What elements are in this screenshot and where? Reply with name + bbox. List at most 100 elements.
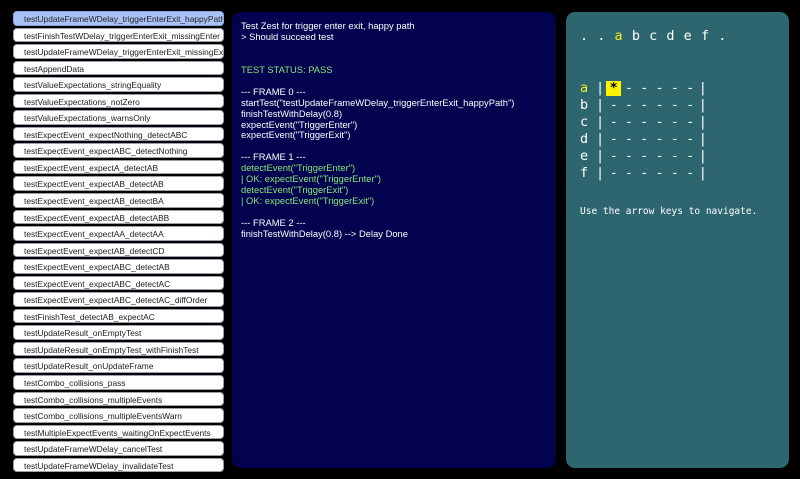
- grid-cell[interactable]: -: [606, 114, 621, 131]
- test-list-item[interactable]: testValueExpectations_notZero: [13, 93, 224, 109]
- test-list-item[interactable]: testExpectEvent_expectAA_detectAA: [13, 226, 224, 241]
- grid-cell[interactable]: -: [652, 131, 667, 148]
- grid-cell[interactable]: -: [637, 114, 652, 131]
- grid-cell[interactable]: -: [637, 131, 652, 148]
- grid-cell[interactable]: -: [621, 80, 636, 97]
- test-list-item[interactable]: testExpectEvent_expectAB_detectAB: [13, 176, 224, 192]
- test-list-item[interactable]: testCombo_collisions_multipleEvents: [13, 391, 224, 407]
- grid-cell[interactable]: -: [667, 148, 682, 165]
- test-list-item[interactable]: testCombo_collisions_multipleEventsWarn: [13, 408, 224, 423]
- grid-column-label: a: [614, 28, 624, 44]
- test-list-item[interactable]: testUpdateResult_onUpdateFrame: [13, 358, 224, 374]
- test-list: testUpdateFrameWDelay_triggerEnterExit_h…: [13, 11, 224, 473]
- test-list-item[interactable]: testValueExpectations_stringEquality: [13, 77, 224, 92]
- grid-column-label: .: [718, 28, 727, 44]
- grid-left-border: |: [596, 80, 605, 96]
- grid-cell[interactable]: -: [606, 131, 621, 148]
- test-list-item[interactable]: testExpectEvent_expectABC_detectAC_diffO…: [13, 292, 224, 307]
- grid-cell[interactable]: -: [652, 148, 667, 165]
- test-list-item[interactable]: testFinishTest_detectAB_expectAC: [13, 308, 224, 324]
- grid-cell[interactable]: -: [682, 80, 697, 97]
- grid-left-border: |: [596, 131, 605, 148]
- grid-column-label: f: [700, 28, 710, 44]
- grid-cell[interactable]: -: [667, 114, 682, 131]
- grid-column-label: c: [649, 28, 658, 44]
- grid-row-label: e: [580, 148, 589, 165]
- console-line: TEST STATUS: PASS: [241, 63, 333, 75]
- test-list-item[interactable]: testUpdateFrameWDelay_triggerEnterExit_m…: [13, 44, 224, 59]
- test-list-item[interactable]: testExpectEvent_expectAB_detectABB: [13, 209, 224, 225]
- grid-panel[interactable]: . . a b c d e f . a | * - - - - - | b | - - - - - - | c | - -…: [566, 12, 789, 468]
- grid-column-label: .: [597, 28, 615, 44]
- grid-cell[interactable]: -: [637, 165, 652, 182]
- grid-cell[interactable]: -: [621, 114, 636, 131]
- grid-column-label: d: [666, 28, 676, 44]
- grid-cell[interactable]: -: [606, 148, 621, 165]
- grid-row: d | - - - - - - |: [580, 131, 708, 148]
- test-list-item[interactable]: testUpdateResult_onEmptyTest_withFinishT…: [13, 341, 224, 357]
- grid-column-header: . . a b c d e f .: [580, 28, 727, 44]
- grid-cell[interactable]: -: [606, 165, 621, 182]
- grid-cell[interactable]: -: [682, 148, 697, 165]
- grid-cell[interactable]: -: [621, 165, 636, 182]
- test-list-item[interactable]: testExpectEvent_expectABC_detectAC: [13, 275, 224, 291]
- test-list-item[interactable]: testExpectEvent_expectAB_detectCD: [13, 242, 224, 258]
- grid-cursor-cell[interactable]: *: [606, 81, 622, 97]
- grid-cell[interactable]: -: [652, 80, 667, 97]
- test-list-item[interactable]: testMultipleExpectEvents_waitingOnExpect…: [13, 424, 224, 440]
- grid-left-border: |: [596, 114, 605, 131]
- console-line: > Should succeed test: [241, 30, 334, 42]
- grid-cell[interactable]: -: [652, 165, 667, 182]
- grid-cell[interactable]: -: [682, 131, 697, 148]
- test-list-item[interactable]: testFinishTestWDelay_triggerEnterExit_mi…: [13, 27, 224, 43]
- test-list-item[interactable]: testUpdateFrameWDelay_triggerEnterExit_h…: [13, 11, 224, 26]
- grid-cell[interactable]: -: [606, 97, 621, 114]
- test-list-item[interactable]: testCombo_collisions_pass: [13, 375, 224, 390]
- grid-left-border: |: [596, 165, 605, 182]
- grid-left-border: |: [596, 148, 605, 165]
- grid-column-label: .: [580, 28, 598, 44]
- grid-row-label: c: [580, 114, 589, 131]
- grid-cell[interactable]: -: [667, 131, 682, 148]
- test-list-item[interactable]: testExpectEvent_expectABC_detectAB: [13, 259, 224, 274]
- test-list-item[interactable]: testValueExpectations_warnsOnly: [13, 110, 224, 125]
- test-list-item[interactable]: testExpectEvent_expectABC_detectNothing: [13, 143, 224, 158]
- grid-row: e | - - - - - - |: [580, 148, 708, 165]
- grid-cell[interactable]: -: [621, 97, 636, 114]
- grid-cell[interactable]: -: [667, 97, 682, 114]
- grid-cell[interactable]: -: [637, 97, 652, 114]
- console-line: startTest("testUpdateFrameWDelay_trigger…: [241, 96, 515, 108]
- grid-row-label: f: [580, 165, 589, 182]
- test-list-item[interactable]: testAppendData: [13, 60, 224, 76]
- test-list-item[interactable]: testExpectEvent_expectAB_detectBA: [13, 193, 224, 208]
- console-line: finishTestWithDelay(0.8) --> Delay Done: [241, 228, 408, 240]
- test-list-item[interactable]: testUpdateResult_onEmptyTest: [13, 325, 224, 340]
- grid-cell[interactable]: -: [652, 97, 667, 114]
- console-line: expectEvent("TriggerExit"): [241, 129, 351, 141]
- grid-row: f | - - - - - - |: [580, 165, 708, 182]
- grid-cell[interactable]: -: [652, 114, 667, 131]
- grid-cell[interactable]: -: [682, 114, 697, 131]
- test-list-item[interactable]: testExpectEvent_expectNothing_detectABC: [13, 126, 224, 142]
- test-list-item[interactable]: testUpdateFrameWDelay_cancelTest: [13, 441, 224, 456]
- grid-right-border: |: [698, 131, 707, 148]
- grid-cell[interactable]: -: [621, 131, 636, 148]
- grid-row: a | * - - - - - |: [580, 80, 708, 97]
- grid-cell[interactable]: -: [667, 165, 682, 182]
- grid-right-border: |: [698, 97, 707, 114]
- grid-right-border: |: [698, 80, 707, 96]
- grid-cell[interactable]: -: [621, 148, 636, 165]
- grid-cell[interactable]: -: [682, 97, 697, 114]
- grid-row-label: b: [580, 97, 589, 114]
- navigation-hint: Use the arrow keys to navigate.: [580, 206, 758, 217]
- grid-left-border: |: [596, 97, 605, 114]
- grid-row: b | - - - - - - |: [580, 97, 708, 114]
- grid-cell[interactable]: -: [637, 148, 652, 165]
- test-list-item[interactable]: testExpectEvent_expectA_detectAB: [13, 159, 224, 175]
- test-list-item[interactable]: testUpdateFrameWDelay_invalidateTest: [13, 457, 224, 473]
- grid-cell[interactable]: -: [682, 165, 697, 182]
- grid-cell[interactable]: -: [637, 80, 652, 97]
- grid-cell[interactable]: -: [667, 80, 682, 97]
- grid-column-label: e: [683, 28, 693, 44]
